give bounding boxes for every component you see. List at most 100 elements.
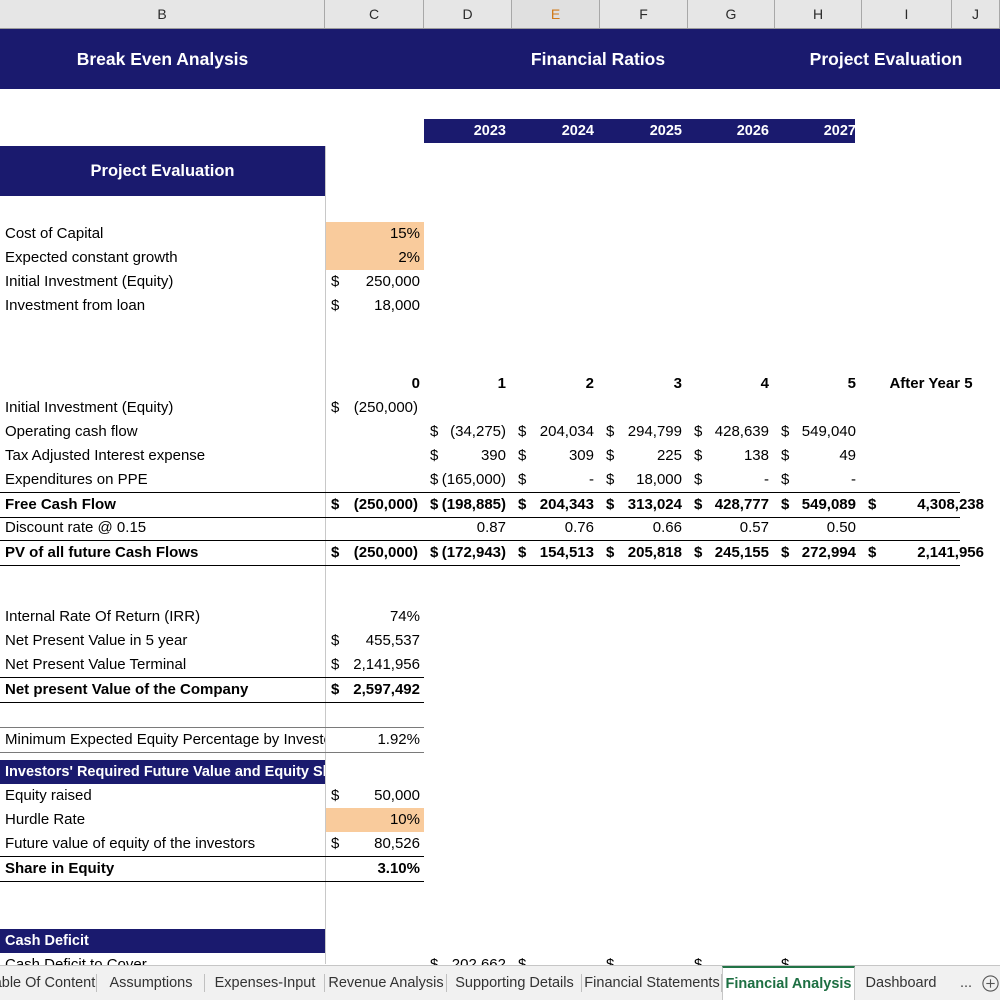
currency-symbol: $	[606, 956, 615, 965]
sheet-tab-label: Financial Analysis	[725, 976, 852, 992]
summary-label-0: Internal Rate Of Return (IRR)	[5, 608, 201, 625]
sheet-tabs-overflow[interactable]: ...	[960, 966, 980, 1000]
column-header-g[interactable]: G	[688, 0, 775, 28]
sheet-tab-label: Assumptions	[109, 975, 193, 991]
cashflow-value-1-3: 294,799	[627, 423, 682, 440]
summary-label-2: Net Present Value Terminal	[5, 656, 187, 673]
sheet-tab-assumptions[interactable]: Assumptions	[97, 966, 205, 1000]
pv-row-value-1: (172,943)	[441, 544, 506, 561]
pv-row-value-5: 272,994	[801, 544, 856, 561]
share-equity-label: Share in Equity	[5, 860, 115, 877]
assumption-value-1: 2%	[398, 249, 420, 266]
banner-investors-section: Investors' Required Future Value and Equ…	[0, 760, 325, 784]
currency-symbol: $	[781, 956, 790, 965]
cashflow-value-2-2: 309	[568, 447, 594, 464]
cashflow-value-3-3: 18,000	[636, 471, 682, 488]
summary-value-2: 2,141,956	[353, 656, 420, 673]
sheet-tab-expenses-input[interactable]: Expenses-Input	[205, 966, 325, 1000]
sheet-tab-label: Financial Statements	[584, 975, 720, 991]
year-header-2023: 2023	[473, 123, 506, 139]
investor-value-0: 50,000	[374, 787, 420, 804]
sheet-tab-label: Dashboard	[865, 975, 937, 991]
sheet-tab-label: Supporting Details	[455, 975, 574, 991]
period-header-1: 1	[497, 375, 506, 392]
min-equity-label: Minimum Expected Equity Percentage by In…	[5, 731, 325, 748]
investor-label-2: Future value of equity of the investors	[5, 835, 256, 852]
year-header-2024: 2024	[561, 123, 594, 139]
assumption-label-2: Initial Investment (Equity)	[5, 273, 174, 290]
sheet-tab-revenue-analysis[interactable]: Revenue Analysis	[325, 966, 447, 1000]
currency-symbol: $	[518, 956, 527, 965]
pv-row-value-2: 154,513	[539, 544, 594, 561]
assumption-label-3: Investment from loan	[5, 297, 146, 314]
sheet-tab-financial-analysis[interactable]: Financial Analysis	[722, 966, 855, 1000]
sheet-tab-bar: able Of Content Assumptions Expenses-Input…	[0, 965, 1000, 1000]
year-header-2025: 2025	[649, 123, 682, 139]
pv-row-bottom-rule	[0, 565, 960, 566]
pv-row-value-3: 205,818	[627, 544, 682, 561]
summary-value-1: 455,537	[365, 632, 420, 649]
cashflow-value-1-1: (34,275)	[450, 423, 506, 440]
period-header-terminal: After Year 5	[889, 375, 973, 392]
investor-value-2: 80,526	[374, 835, 420, 852]
column-header-i[interactable]: I	[862, 0, 952, 28]
cashflow-value-1-5: 549,040	[801, 423, 856, 440]
period-header-2: 2	[585, 375, 594, 392]
banner-break-even-analysis: Break Even Analysis	[0, 29, 325, 89]
column-header-b[interactable]: B	[0, 0, 325, 28]
sheet-tab-dashboard[interactable]: Dashboard	[855, 966, 947, 1000]
pv-row-value-4: 245,155	[714, 544, 769, 561]
period-header-5: 5	[847, 375, 856, 392]
column-header-strip: BCDEFGHIJ	[0, 0, 1000, 29]
free-cash-flow-label: Free Cash Flow	[5, 496, 116, 513]
banner-project-evaluation-section: Project Evaluation	[0, 146, 325, 196]
free-cash-flow-value-3: 313,024	[627, 496, 682, 513]
cashflow-value-0-0: (250,000)	[353, 399, 418, 416]
column-header-c[interactable]: C	[325, 0, 424, 28]
sheet-tab-label: able Of Content	[0, 975, 96, 991]
column-header-f[interactable]: F	[600, 0, 688, 28]
free-cash-flow-value-6: 4,308,238	[917, 496, 984, 513]
cashflow-label-0: Initial Investment (Equity)	[5, 399, 174, 416]
sheet-tab-able-of-content[interactable]: able Of Content	[0, 966, 97, 1000]
share-equity-bottom-rule	[0, 881, 424, 882]
discount-factor-4: 0.57	[739, 519, 769, 536]
cashflow-value-2-4: 138	[743, 447, 769, 464]
column-header-e[interactable]: E	[512, 0, 600, 28]
cashflow-label-3: Expenditures on PPE	[5, 471, 148, 488]
plus-circle-icon[interactable]	[982, 975, 999, 992]
free-cash-flow-value-1: (198,885)	[441, 496, 506, 513]
summary-label-1: Net Present Value in 5 year	[5, 632, 188, 649]
discount-factor-1: 0.87	[476, 519, 506, 536]
free-cash-flow-value-5: 549,089	[801, 496, 856, 513]
period-header-3: 3	[673, 375, 682, 392]
min-equity-value: 1.92%	[377, 731, 420, 748]
assumption-label-0: Cost of Capital	[5, 225, 104, 242]
column-header-d[interactable]: D	[424, 0, 512, 28]
pv-row-label: PV of all future Cash Flows	[5, 544, 199, 561]
free-cash-flow-value-2: 204,343	[539, 496, 594, 513]
assumption-value-0: 15%	[389, 225, 420, 242]
cashflow-value-1-2: 204,034	[539, 423, 594, 440]
period-header-4: 4	[760, 375, 769, 392]
cash-deficit-value-0: 202,662	[451, 956, 506, 965]
assumption-value-3: 18,000	[374, 297, 420, 314]
discount-factor-2: 0.76	[564, 519, 594, 536]
cashflow-value-1-4: 428,639	[714, 423, 769, 440]
column-header-j[interactable]: J	[952, 0, 1000, 28]
cashflow-value-2-3: 225	[656, 447, 682, 464]
investor-label-1: Hurdle Rate	[5, 811, 86, 828]
min-equity-bottom-rule	[0, 752, 424, 753]
assumption-label-1: Expected constant growth	[5, 249, 178, 266]
sheet-tab-label: Revenue Analysis	[328, 975, 444, 991]
year-header-2026: 2026	[736, 123, 769, 139]
column-header-h[interactable]: H	[775, 0, 862, 28]
share-equity-value: 3.10%	[377, 860, 420, 877]
assumption-value-2: 250,000	[365, 273, 420, 290]
sheet-tab-financial-statements[interactable]: Financial Statements	[582, 966, 722, 1000]
currency-symbol: $	[694, 956, 703, 965]
period-header-0: 0	[411, 375, 420, 392]
sheet-tab-label: Expenses-Input	[214, 975, 316, 991]
discount-factor-3: 0.66	[652, 519, 682, 536]
sheet-tab-supporting-details[interactable]: Supporting Details	[447, 966, 582, 1000]
